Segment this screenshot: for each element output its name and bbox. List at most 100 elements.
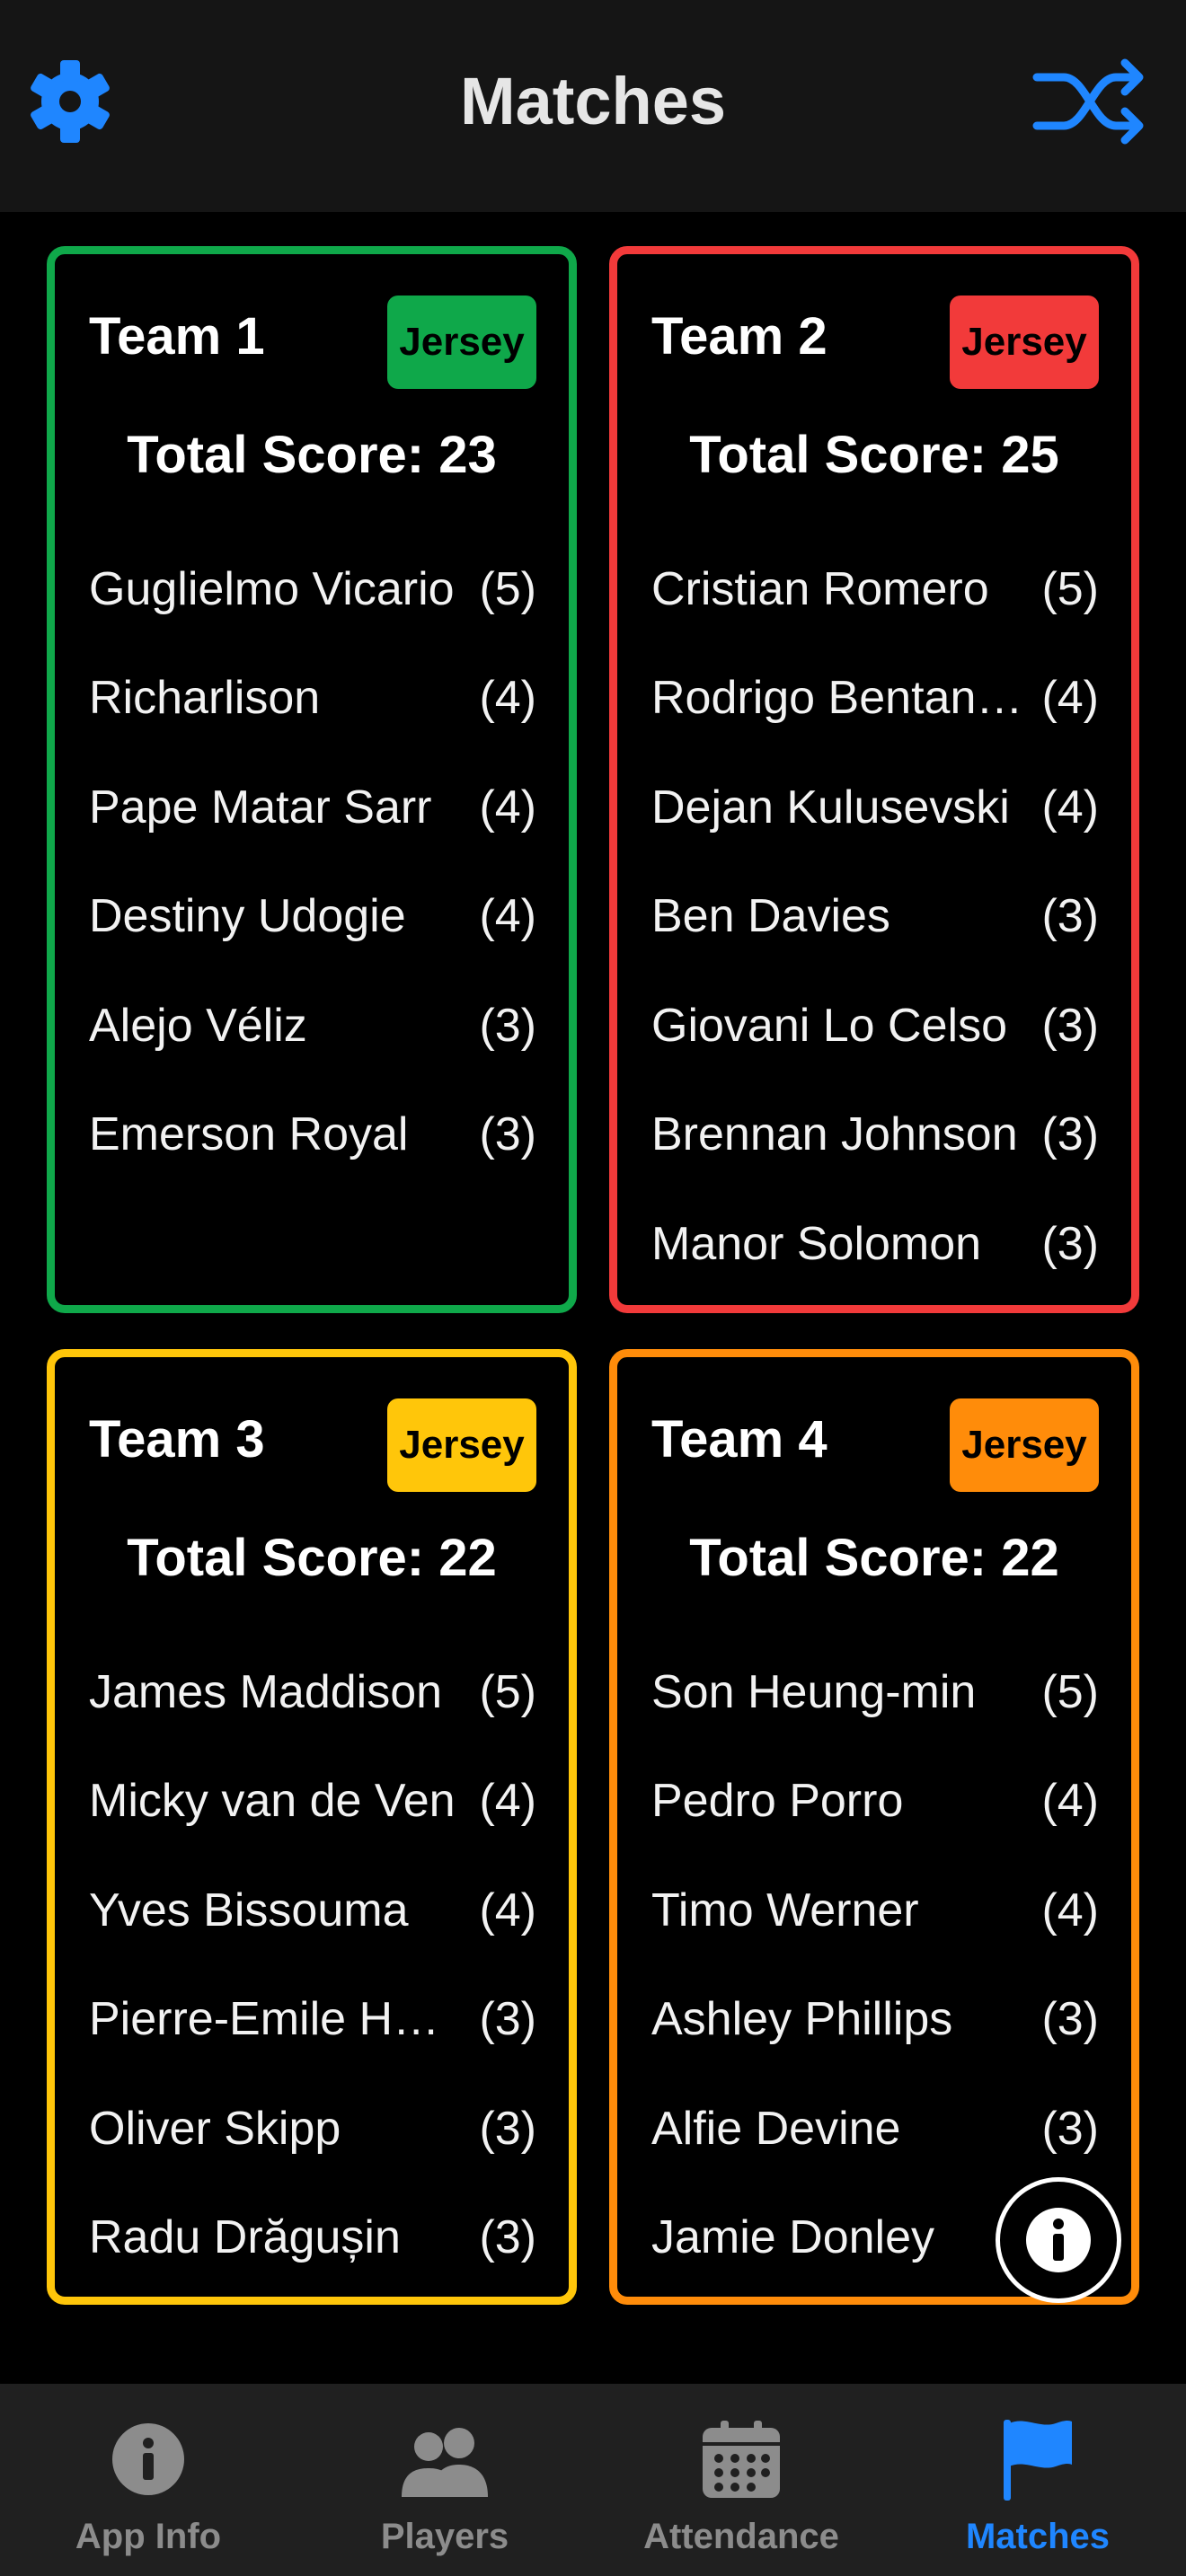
player-row[interactable]: Emerson Royal (3)	[89, 1081, 536, 1190]
app-header: Matches	[0, 0, 1186, 212]
player-list: Cristian Romero (5) Rodrigo Bentancur (4) De…	[651, 534, 1099, 1299]
player-score: (3)	[1041, 999, 1099, 1052]
player-name: Dejan Kulusevski	[651, 781, 1010, 834]
tab-label: Players	[380, 2517, 509, 2556]
info-icon	[1026, 2208, 1091, 2272]
player-name: Rodrigo Bentancur	[651, 672, 1029, 725]
info-fab-button[interactable]	[996, 2177, 1121, 2303]
player-row[interactable]: James Maddison (5)	[89, 1637, 536, 1747]
player-row[interactable]: Giovani Lo Celso (3)	[651, 971, 1099, 1081]
player-score: (4)	[479, 672, 536, 725]
player-name: Ben Davies	[651, 890, 890, 943]
team-name: Team 3	[89, 1410, 265, 1469]
player-name: Alejo Véliz	[89, 999, 307, 1052]
player-name: Brennan Johnson	[651, 1108, 1018, 1161]
player-score: (3)	[1041, 1217, 1099, 1270]
calendar-icon	[703, 2421, 780, 2498]
player-score: (4)	[1041, 1775, 1099, 1828]
player-row[interactable]: Oliver Skipp (3)	[89, 2074, 536, 2183]
player-name: Oliver Skipp	[89, 2102, 341, 2155]
player-row[interactable]: Pedro Porro (4)	[651, 1747, 1099, 1857]
player-name: Manor Solomon	[651, 1217, 982, 1270]
player-score: (4)	[1041, 781, 1099, 834]
player-row[interactable]: Cristian Romero (5)	[651, 534, 1099, 644]
player-score: (3)	[1041, 2102, 1099, 2155]
player-name: Timo Werner	[651, 1883, 919, 1936]
player-score: (3)	[479, 1108, 536, 1161]
jersey-badge[interactable]: Jersey	[387, 1398, 536, 1492]
page-title: Matches	[459, 64, 727, 138]
player-row[interactable]: Manor Solomon (3)	[651, 1189, 1099, 1299]
player-list: Guglielmo Vicario (5) Richarlison (4) Pape M…	[89, 534, 536, 1189]
player-row[interactable]: Destiny Udogie (4)	[89, 862, 536, 972]
jersey-badge[interactable]: Jersey	[950, 1398, 1099, 1492]
total-score: Total Score: 22	[689, 1529, 1059, 1587]
player-row[interactable]: Alejo Véliz (3)	[89, 971, 536, 1081]
player-score: (3)	[479, 1993, 536, 2046]
player-score: (3)	[1041, 1993, 1099, 2046]
player-name: Pierre-Emile Højbjerg	[89, 1993, 466, 2046]
tab-attendance[interactable]: Attendance	[593, 2384, 890, 2576]
player-row[interactable]: Yves Bissouma (4)	[89, 1856, 536, 1965]
player-score: (4)	[1041, 672, 1099, 725]
player-row[interactable]: Rodrigo Bentancur (4)	[651, 644, 1099, 754]
player-row[interactable]: Pierre-Emile Højbjerg(3)	[89, 1965, 536, 2075]
team-card: Team 4 Jersey Total Score: 22 Son Heung-min…	[609, 1349, 1139, 2305]
jersey-badge[interactable]: Jersey	[950, 296, 1099, 389]
player-name: Son Heung-min	[651, 1665, 977, 1718]
info-circle-icon	[112, 2423, 184, 2495]
player-row[interactable]: Radu Drăgușin (3)	[89, 2183, 536, 2293]
player-name: Alfie Devine	[651, 2102, 901, 2155]
jersey-badge[interactable]: Jersey	[387, 296, 536, 389]
tab-label: Matches	[965, 2517, 1111, 2556]
player-name: Micky van de Ven	[89, 1775, 456, 1828]
player-row[interactable]: Ashley Phillips (3)	[651, 1965, 1099, 2075]
player-name: Pape Matar Sarr	[89, 781, 432, 834]
player-name: Emerson Royal	[89, 1108, 409, 1161]
total-score: Total Score: 25	[689, 426, 1059, 484]
tab-matches[interactable]: Matches	[890, 2384, 1186, 2576]
player-row[interactable]: Pape Matar Sarr (4)	[89, 753, 536, 862]
player-row[interactable]: Dejan Kulusevski (4)	[651, 753, 1099, 862]
player-score: (3)	[479, 999, 536, 1052]
shuffle-icon	[1032, 58, 1144, 145]
people-icon	[402, 2428, 488, 2497]
team-name: Team 1	[89, 307, 265, 366]
bottom-tab-bar: App Info Players Attendance Matches	[0, 2384, 1186, 2576]
player-score: (5)	[479, 562, 536, 615]
player-name: James Maddison	[89, 1665, 443, 1718]
player-row[interactable]: Alfie Devine (3)	[651, 2074, 1099, 2183]
player-score: (4)	[479, 781, 536, 834]
total-score: Total Score: 22	[127, 1529, 497, 1587]
player-score: (4)	[479, 1775, 536, 1828]
team-name: Team 4	[651, 1410, 828, 1469]
player-name: Radu Drăgușin	[89, 2211, 401, 2264]
player-row[interactable]: Brennan Johnson (3)	[651, 1081, 1099, 1190]
flag-icon	[1004, 2420, 1072, 2501]
tab-label: App Info	[75, 2517, 222, 2556]
player-score: (3)	[1041, 1108, 1099, 1161]
player-name: Pedro Porro	[651, 1775, 904, 1828]
player-score: (4)	[479, 1883, 536, 1936]
player-name: Cristian Romero	[651, 562, 989, 615]
player-name: Guglielmo Vicario	[89, 562, 455, 615]
player-row[interactable]: Micky van de Ven (4)	[89, 1747, 536, 1857]
player-score: (5)	[1041, 1665, 1099, 1718]
player-score: (3)	[479, 2211, 536, 2264]
team-card: Team 1 Jersey Total Score: 23 Guglielmo Vic…	[47, 246, 577, 1313]
tab-players[interactable]: Players	[296, 2384, 593, 2576]
player-name: Giovani Lo Celso	[651, 999, 1007, 1052]
tab-app-info[interactable]: App Info	[0, 2384, 296, 2576]
player-name: Jamie Donley	[651, 2211, 935, 2264]
team-name: Team 2	[651, 307, 828, 366]
shuffle-button[interactable]	[1031, 52, 1148, 151]
player-row[interactable]: Richarlison (4)	[89, 644, 536, 754]
player-list: James Maddison (5) Micky van de Ven (4) Yves…	[89, 1637, 536, 2292]
player-name: Destiny Udogie	[89, 890, 406, 943]
player-row[interactable]: Timo Werner (4)	[651, 1856, 1099, 1965]
player-row[interactable]: Guglielmo Vicario (5)	[89, 534, 536, 644]
player-score: (5)	[1041, 562, 1099, 615]
player-row[interactable]: Ben Davies (3)	[651, 862, 1099, 972]
player-row[interactable]: Son Heung-min (5)	[651, 1637, 1099, 1747]
team-card: Team 3 Jersey Total Score: 22 James Maddiso…	[47, 1349, 577, 2305]
